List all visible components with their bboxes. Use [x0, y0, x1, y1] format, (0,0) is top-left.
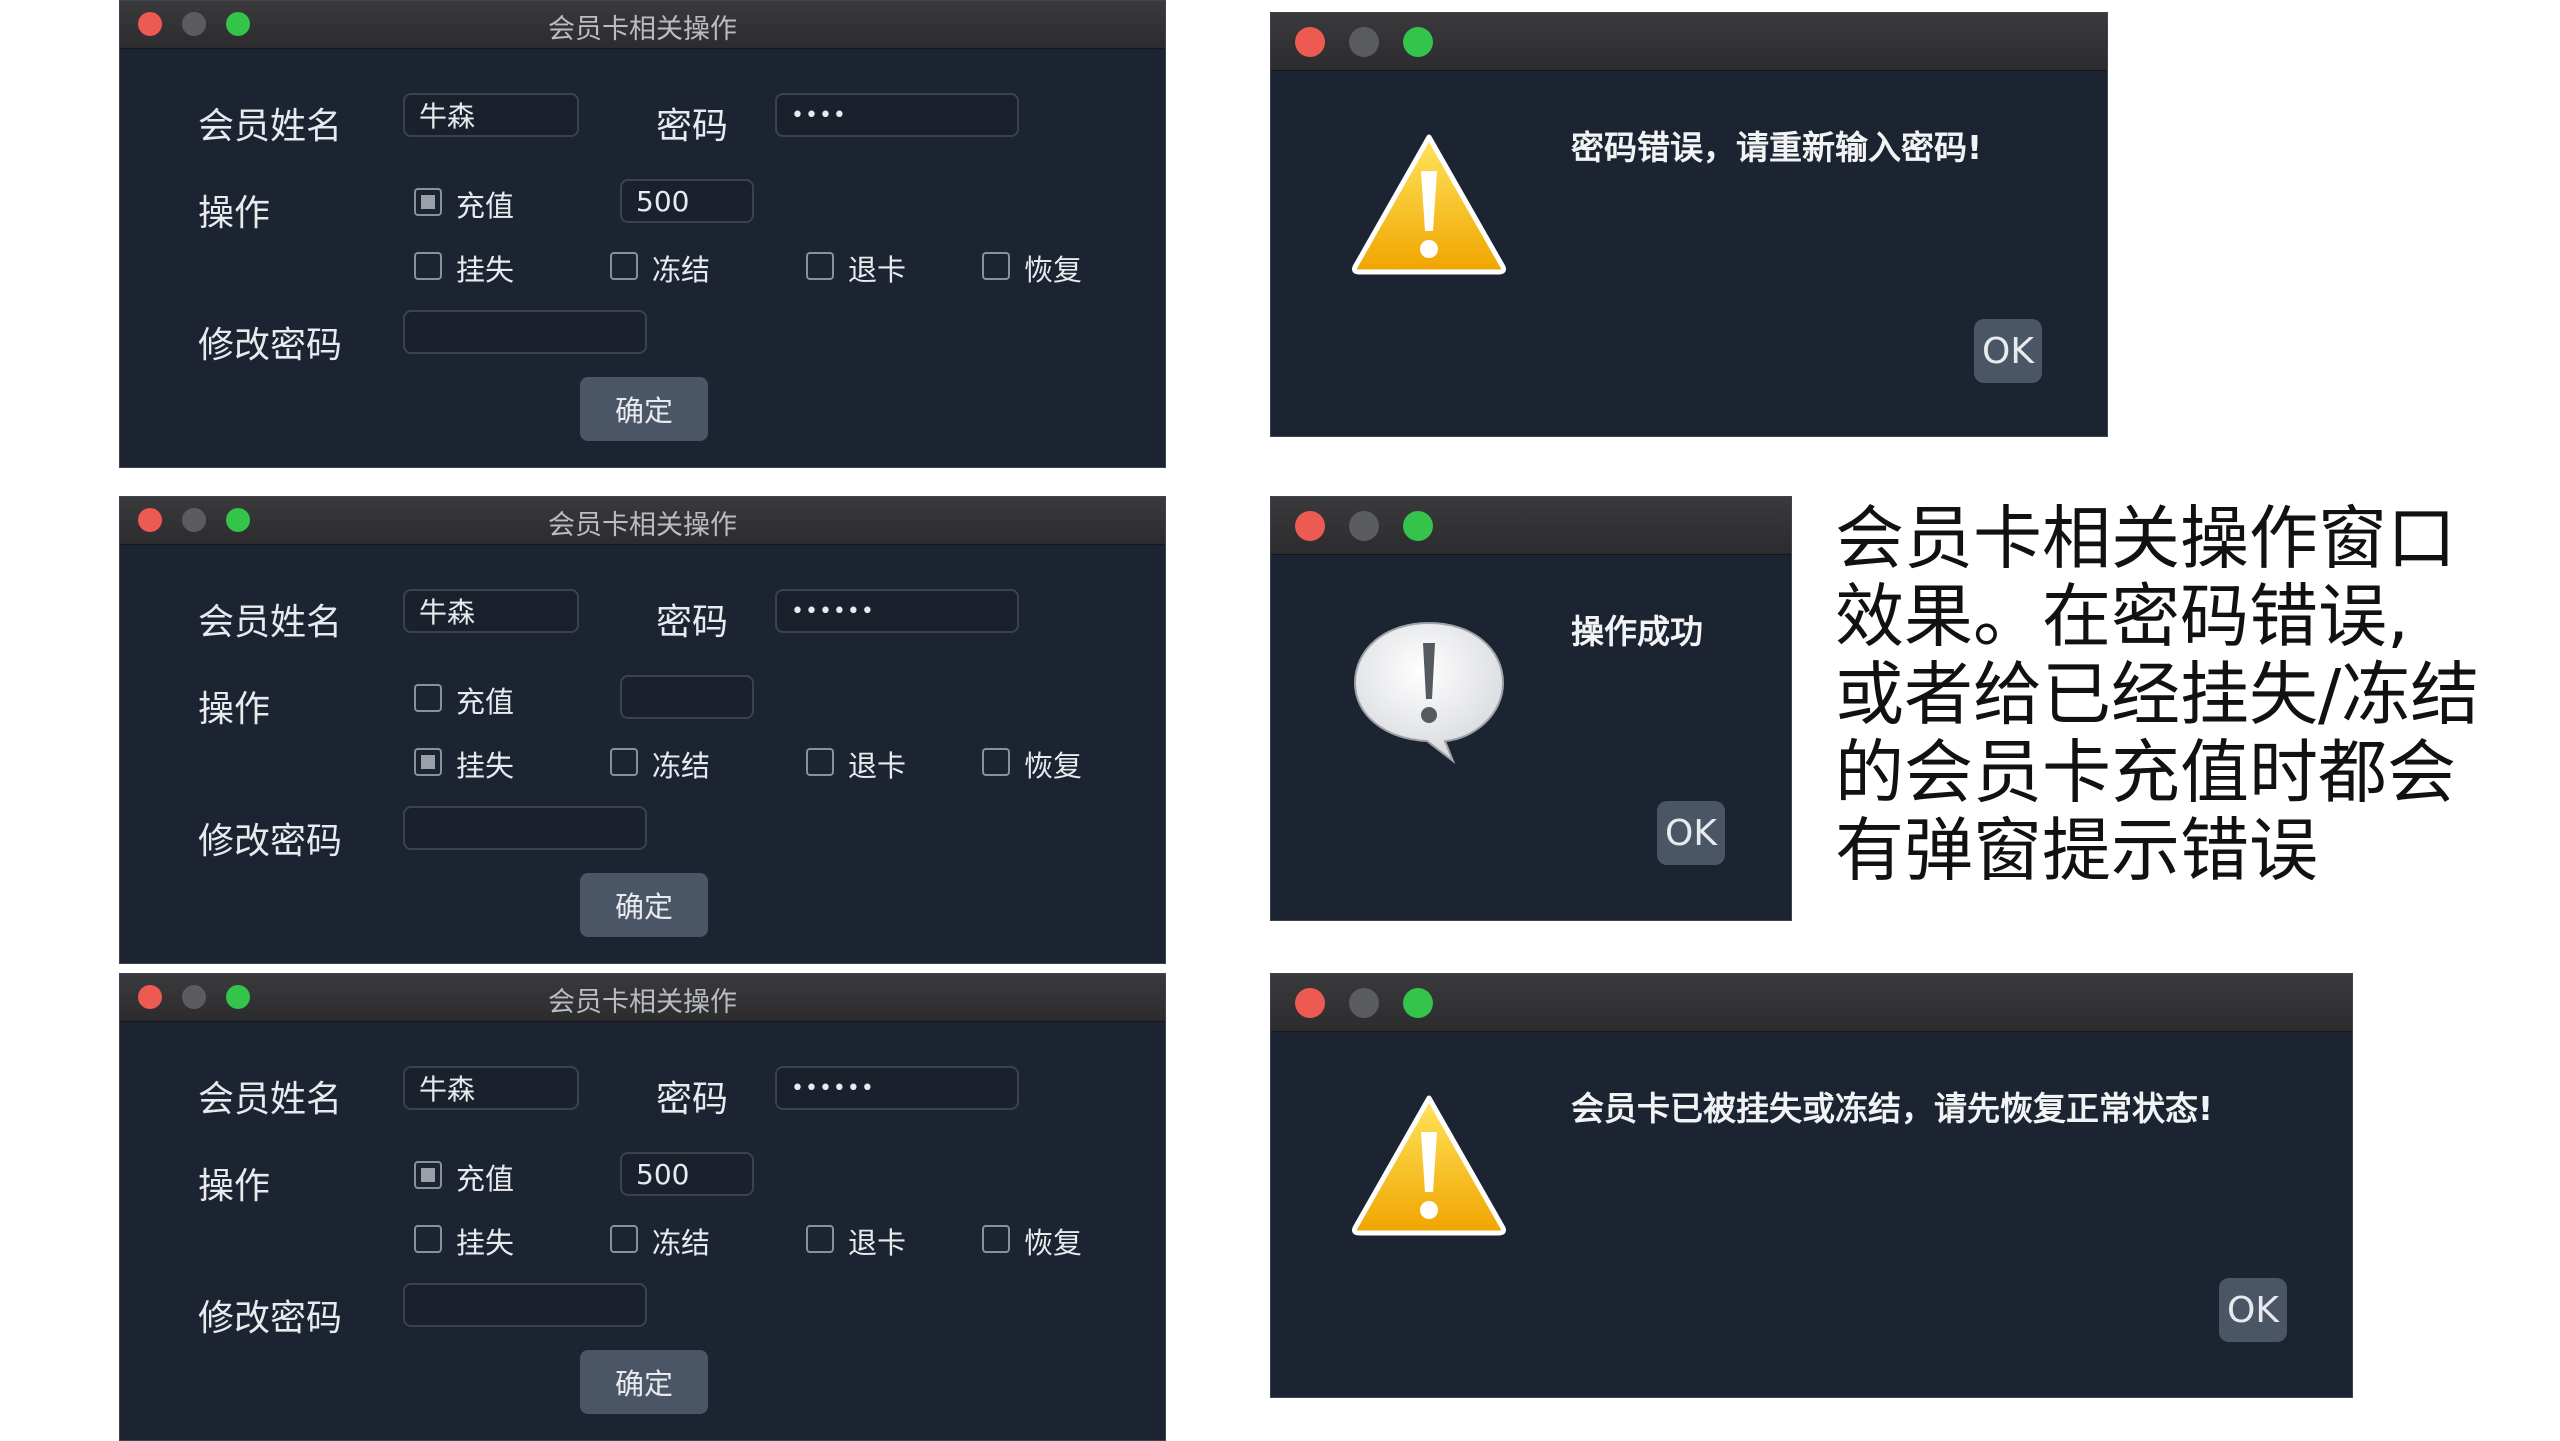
password-label: 密码 — [656, 106, 729, 147]
freeze-checkbox[interactable] — [610, 252, 638, 280]
freeze-checkbox[interactable] — [610, 1225, 638, 1253]
member-card-window-2: 会员卡相关操作 会员姓名 牛森 密码 •••••• 操作 充值 挂失 冻结 退卡… — [119, 496, 1166, 964]
member-name-label: 会员姓名 — [198, 1079, 343, 1120]
ok-button[interactable]: OK — [2219, 1278, 2287, 1342]
amount-input[interactable]: 500 — [620, 179, 754, 223]
member-card-window-1: 会员卡相关操作 会员姓名 牛森 密码 •••• 操作 充值 500 挂失 冻结 … — [119, 0, 1166, 468]
report-loss-label: 挂失 — [456, 749, 515, 783]
card-frozen-dialog: 会员卡已被挂失或冻结，请先恢复正常状态! OK — [1270, 973, 2353, 1398]
title-bar — [1271, 13, 2107, 71]
member-name-input[interactable]: 牛森 — [403, 589, 579, 633]
confirm-button[interactable]: 确定 — [580, 1350, 708, 1414]
title-bar — [1271, 974, 2352, 1032]
recharge-label: 充值 — [456, 1162, 515, 1196]
success-dialog: 操作成功 OK — [1270, 496, 1792, 921]
member-name-label: 会员姓名 — [198, 602, 343, 643]
caption-line: 或者给已经挂失/冻结 — [1835, 655, 2480, 735]
window-title: 会员卡相关操作 — [548, 510, 737, 541]
report-loss-label: 挂失 — [456, 1226, 515, 1260]
info-speech-bubble-icon — [1353, 621, 1505, 764]
password-error-dialog: 密码错误，请重新输入密码! OK — [1270, 12, 2108, 437]
freeze-label: 冻结 — [652, 1226, 711, 1260]
return-card-checkbox[interactable] — [806, 252, 834, 280]
member-name-input[interactable]: 牛森 — [403, 93, 579, 137]
report-loss-checkbox[interactable] — [414, 252, 442, 280]
ok-button[interactable]: OK — [1974, 319, 2042, 383]
recharge-checkbox[interactable] — [414, 1161, 442, 1189]
return-card-label: 退卡 — [848, 1226, 907, 1260]
freeze-label: 冻结 — [652, 253, 711, 287]
amount-input[interactable] — [620, 675, 754, 719]
window-title: 会员卡相关操作 — [548, 14, 737, 45]
zoom-button[interactable] — [1403, 511, 1433, 541]
return-card-checkbox[interactable] — [806, 1225, 834, 1253]
dialog-message: 密码错误，请重新输入密码! — [1571, 128, 1983, 167]
restore-label: 恢复 — [1024, 253, 1083, 287]
operation-label: 操作 — [198, 689, 271, 730]
return-card-label: 退卡 — [848, 253, 907, 287]
return-card-label: 退卡 — [848, 749, 907, 783]
report-loss-checkbox[interactable] — [414, 748, 442, 776]
dialog-message: 操作成功 — [1571, 612, 1703, 651]
restore-label: 恢复 — [1024, 1226, 1083, 1260]
zoom-button[interactable] — [1403, 27, 1433, 57]
password-label: 密码 — [656, 602, 729, 643]
report-loss-label: 挂失 — [456, 253, 515, 287]
change-password-input[interactable] — [403, 806, 647, 850]
recharge-checkbox[interactable] — [414, 684, 442, 712]
close-button[interactable] — [1295, 27, 1325, 57]
restore-label: 恢复 — [1024, 749, 1083, 783]
report-loss-checkbox[interactable] — [414, 1225, 442, 1253]
caption-line: 会员卡相关操作窗口 — [1835, 499, 2456, 579]
title-bar: 会员卡相关操作 — [120, 1, 1165, 49]
password-input[interactable]: •••••• — [775, 1066, 1019, 1110]
operation-label: 操作 — [198, 1166, 271, 1207]
title-bar: 会员卡相关操作 — [120, 974, 1165, 1022]
amount-input[interactable]: 500 — [620, 1152, 754, 1196]
restore-checkbox[interactable] — [982, 252, 1010, 280]
minimize-button[interactable] — [1349, 511, 1379, 541]
change-password-label: 修改密码 — [198, 325, 343, 366]
password-input[interactable]: •••••• — [775, 589, 1019, 633]
confirm-button[interactable]: 确定 — [580, 377, 708, 441]
warning-icon — [1352, 1095, 1506, 1236]
freeze-label: 冻结 — [652, 749, 711, 783]
recharge-checkbox[interactable] — [414, 188, 442, 216]
caption-line: 的会员卡充值时都会 — [1835, 733, 2456, 813]
minimize-button[interactable] — [1349, 988, 1379, 1018]
change-password-label: 修改密码 — [198, 821, 343, 862]
confirm-button[interactable]: 确定 — [580, 873, 708, 937]
member-name-label: 会员姓名 — [198, 106, 343, 147]
operation-label: 操作 — [198, 193, 271, 234]
member-card-window-3: 会员卡相关操作 会员姓名 牛森 密码 •••••• 操作 充值 500 挂失 冻… — [119, 973, 1166, 1441]
recharge-label: 充值 — [456, 685, 515, 719]
password-label: 密码 — [656, 1079, 729, 1120]
title-bar: 会员卡相关操作 — [120, 497, 1165, 545]
password-input[interactable]: •••• — [775, 93, 1019, 137]
close-button[interactable] — [1295, 511, 1325, 541]
ok-button[interactable]: OK — [1657, 801, 1725, 865]
close-button[interactable] — [1295, 988, 1325, 1018]
restore-checkbox[interactable] — [982, 1225, 1010, 1253]
member-name-input[interactable]: 牛森 — [403, 1066, 579, 1110]
window-title: 会员卡相关操作 — [548, 987, 737, 1018]
change-password-input[interactable] — [403, 1283, 647, 1327]
title-bar — [1271, 497, 1791, 555]
minimize-button[interactable] — [1349, 27, 1379, 57]
return-card-checkbox[interactable] — [806, 748, 834, 776]
change-password-label: 修改密码 — [198, 1298, 343, 1339]
dialog-message: 会员卡已被挂失或冻结，请先恢复正常状态! — [1571, 1089, 2214, 1128]
recharge-label: 充值 — [456, 189, 515, 223]
caption-line: 效果。在密码错误, — [1835, 577, 2409, 657]
caption-line: 有弹窗提示错误 — [1835, 811, 2318, 891]
zoom-button[interactable] — [1403, 988, 1433, 1018]
freeze-checkbox[interactable] — [610, 748, 638, 776]
change-password-input[interactable] — [403, 310, 647, 354]
caption-text: 会员卡相关操作窗口 效果。在密码错误, 或者给已经挂失/冻结 的会员卡充值时都会… — [1835, 500, 2479, 890]
warning-icon — [1352, 134, 1506, 275]
restore-checkbox[interactable] — [982, 748, 1010, 776]
